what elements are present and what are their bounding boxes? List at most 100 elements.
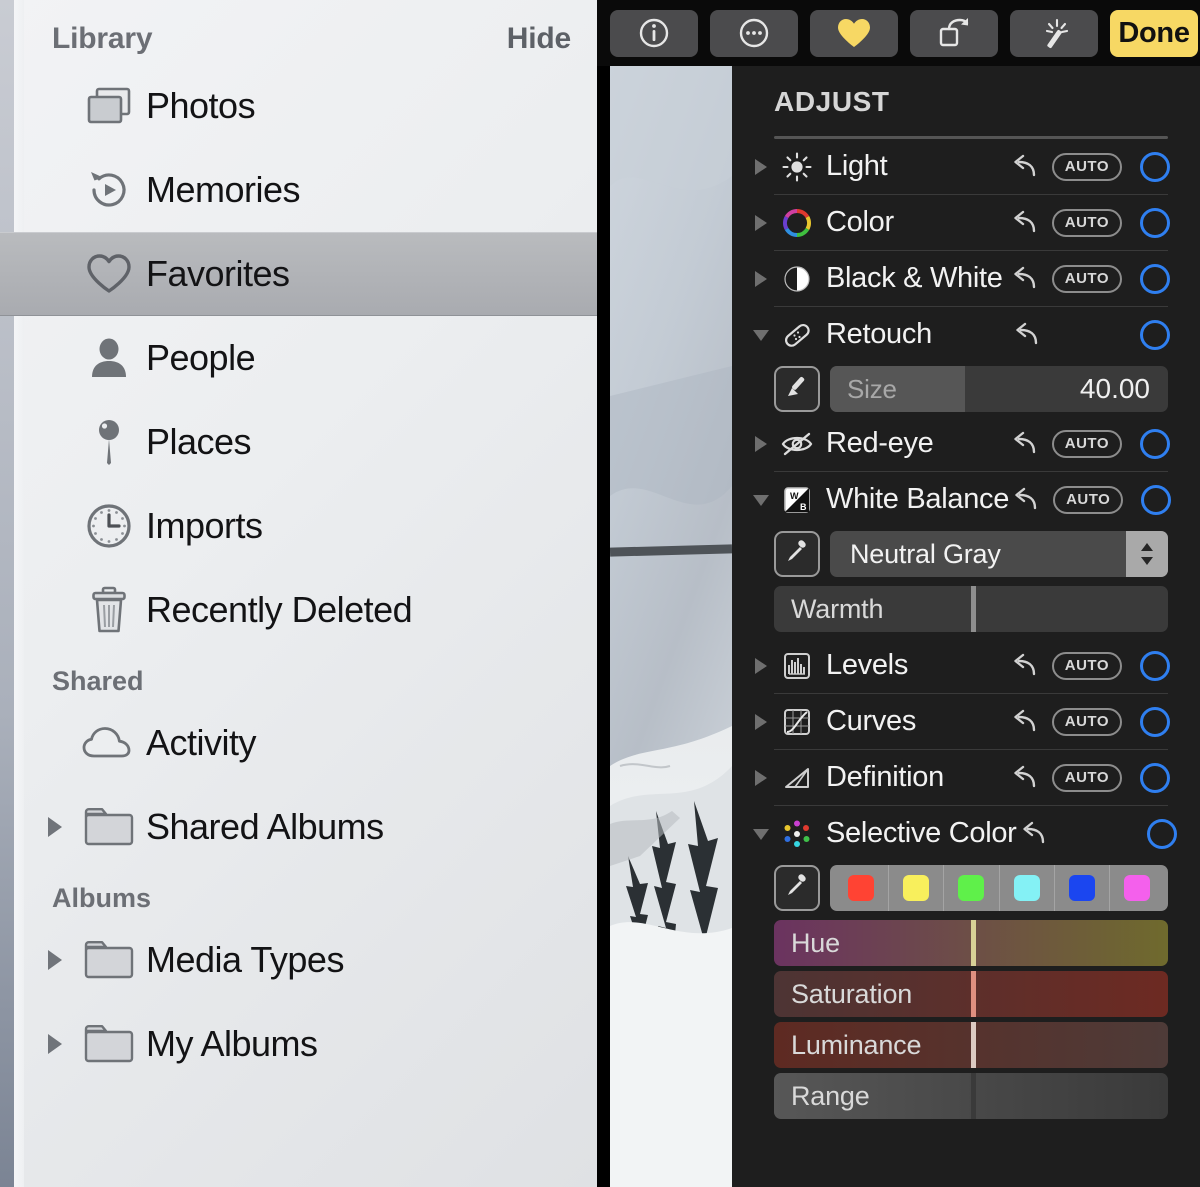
retouch-size-slider[interactable]: Size 40.00 [830, 366, 1168, 412]
adjustment-toggle[interactable] [1140, 428, 1170, 459]
half-circle-icon [776, 264, 818, 294]
sidebar-item-shared-albums[interactable]: Shared Albums [0, 785, 597, 869]
selective-hue-slider[interactable]: Hue [774, 920, 1168, 966]
auto-button[interactable]: AUTO [1051, 152, 1122, 181]
brush-tool-button[interactable] [774, 366, 820, 412]
stepper-arrows-icon[interactable] [1126, 531, 1168, 577]
adjustment-row-color[interactable]: Color AUTO [732, 195, 1200, 250]
adjustment-row-selective-color[interactable]: Selective Color [732, 806, 1200, 861]
rotate-button[interactable] [910, 9, 998, 57]
sidebar-item-places[interactable]: Places [0, 400, 597, 484]
auto-button[interactable]: AUTO [1051, 264, 1122, 293]
chevron-right-icon[interactable] [746, 434, 776, 454]
adjustment-row-light[interactable]: Light AUTO [732, 139, 1200, 194]
chevron-right-icon[interactable] [746, 768, 776, 788]
chevron-right-icon[interactable] [746, 157, 776, 177]
color-swatch-bar[interactable] [830, 865, 1168, 911]
done-button[interactable]: Done [1110, 9, 1198, 57]
chevron-right-icon[interactable] [44, 947, 78, 973]
swatch-magenta[interactable] [1110, 865, 1164, 911]
adjustment-toggle[interactable] [1146, 818, 1177, 849]
adjustment-toggle[interactable] [1140, 151, 1170, 182]
sidebar-item-imports[interactable]: Imports [0, 484, 597, 568]
reset-icon[interactable] [1008, 431, 1042, 457]
favorite-button[interactable] [810, 9, 898, 57]
sun-icon [776, 151, 818, 182]
sidebar-item-photos[interactable]: Photos [0, 64, 597, 148]
sidebar-item-label: Photos [146, 85, 256, 126]
sidebar-item-label: Shared Albums [146, 806, 384, 847]
sidebar-item-recently-deleted[interactable]: Recently Deleted [0, 568, 597, 652]
adjustment-toggle[interactable] [1140, 762, 1170, 793]
color-dots-icon [776, 818, 818, 850]
selective-saturation-slider[interactable]: Saturation [774, 971, 1168, 1017]
sidebar-item-media-types[interactable]: Media Types [0, 918, 597, 1002]
auto-button[interactable]: AUTO [1053, 485, 1124, 514]
sidebar-item-people[interactable]: People [0, 316, 597, 400]
info-button[interactable] [610, 9, 698, 57]
swatch-yellow[interactable] [889, 865, 945, 911]
eyedropper-button[interactable] [774, 531, 820, 577]
magic-wand-icon [1037, 17, 1071, 49]
chevron-right-icon[interactable] [746, 213, 776, 233]
sidebar-item-memories[interactable]: Memories [0, 148, 597, 232]
adjustment-row-white-balance[interactable]: W B White Balance AUTO [732, 472, 1200, 527]
adjustment-label: Black & White [826, 262, 1003, 294]
reset-icon[interactable] [1008, 709, 1042, 735]
hide-button[interactable]: Hide [507, 22, 571, 56]
reset-icon[interactable] [1008, 765, 1042, 791]
white-balance-mode-select[interactable]: Neutral Gray [830, 531, 1168, 577]
adjustment-toggle[interactable] [1141, 484, 1172, 515]
adjustment-row-levels[interactable]: Levels AUTO [732, 638, 1200, 693]
reset-icon[interactable] [1017, 821, 1051, 847]
adjustment-toggle[interactable] [1140, 319, 1170, 350]
chevron-down-icon[interactable] [746, 326, 776, 344]
chevron-down-icon[interactable] [746, 825, 776, 843]
auto-button[interactable]: AUTO [1051, 429, 1122, 458]
auto-enhance-button[interactable] [1010, 9, 1098, 57]
swatch-red[interactable] [834, 865, 890, 911]
swatch-cyan[interactable] [1000, 865, 1055, 911]
chevron-right-icon[interactable] [44, 814, 78, 840]
adjustment-row-retouch[interactable]: Retouch [732, 307, 1200, 362]
curves-icon [776, 707, 818, 737]
adjustment-row-red-eye[interactable]: Red-eye AUTO [732, 416, 1200, 471]
adjustment-row-curves[interactable]: Curves AUTO [732, 694, 1200, 749]
chevron-right-icon[interactable] [746, 656, 776, 676]
auto-button[interactable]: AUTO [1051, 208, 1122, 237]
swatch-blue[interactable] [1055, 865, 1110, 911]
snow-landscape-photo[interactable] [610, 66, 732, 1187]
warmth-slider[interactable]: Warmth [774, 586, 1168, 632]
adjustment-row-definition[interactable]: Definition AUTO [732, 750, 1200, 805]
svg-text:B: B [800, 502, 807, 512]
adjustment-toggle[interactable] [1140, 650, 1170, 681]
adjustment-row-black-and-white[interactable]: Black & White AUTO [732, 251, 1200, 306]
chevron-right-icon[interactable] [746, 269, 776, 289]
reset-icon[interactable] [1008, 210, 1042, 236]
auto-button[interactable]: AUTO [1051, 707, 1122, 736]
sidebar-item-activity[interactable]: Activity [0, 701, 597, 785]
sidebar-item-my-albums[interactable]: My Albums [0, 1002, 597, 1086]
chevron-right-icon[interactable] [44, 1031, 78, 1057]
selective-range-slider[interactable]: Range [774, 1073, 1168, 1119]
reset-icon[interactable] [1008, 154, 1042, 180]
auto-button[interactable]: AUTO [1051, 763, 1122, 792]
swatch-green[interactable] [944, 865, 1000, 911]
more-options-button[interactable] [710, 9, 798, 57]
chevron-right-icon[interactable] [746, 712, 776, 732]
reset-icon[interactable] [1008, 653, 1042, 679]
reset-icon[interactable] [1008, 266, 1042, 292]
adjustment-toggle[interactable] [1140, 207, 1170, 238]
sidebar-item-favorites[interactable]: Favorites [0, 232, 597, 316]
selective-luminance-slider[interactable]: Luminance [774, 1022, 1168, 1068]
color-wheel-icon [776, 208, 818, 238]
reset-icon[interactable] [1009, 487, 1043, 513]
eyedropper-button[interactable] [774, 865, 820, 911]
reset-icon[interactable] [1010, 322, 1044, 348]
person-silhouette-icon [78, 336, 140, 380]
chevron-down-icon[interactable] [746, 491, 776, 509]
adjustment-toggle[interactable] [1140, 706, 1170, 737]
auto-button[interactable]: AUTO [1051, 651, 1122, 680]
sidebar-item-label: Recently Deleted [146, 589, 413, 630]
adjustment-toggle[interactable] [1140, 263, 1170, 294]
